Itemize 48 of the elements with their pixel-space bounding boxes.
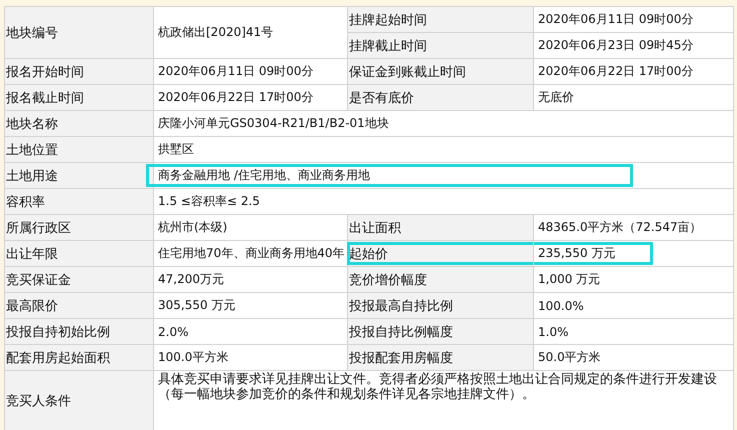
- field-label: 容积率: [6, 194, 45, 210]
- field-value: 1.5 ≤容积率≤ 2.5: [158, 193, 260, 210]
- field-label: 配套用房起始面积: [6, 350, 110, 366]
- field-value: 2.0%: [158, 324, 188, 338]
- field-value: 100.0%: [538, 298, 584, 312]
- field-value: 50.0平方米: [538, 349, 601, 366]
- field-label: 投报自持比例幅度: [349, 324, 453, 340]
- field-value: 杭州市(本级): [158, 219, 228, 236]
- field-value: 2020年06月22日 17时00分: [538, 63, 694, 80]
- field-value: 2020年06月22日 17时00分: [158, 89, 314, 106]
- field-value: 无底价: [538, 89, 574, 106]
- field-label: 地块名称: [6, 116, 58, 132]
- field-label: 竞价增价幅度: [349, 272, 427, 288]
- field-value: 庆隆小河单元GS0304-R21/B1/B2-01地块: [158, 115, 389, 132]
- field-value: 48365.0平方米（72.547亩）: [538, 219, 702, 236]
- field-value: 1,000 万元: [538, 271, 600, 288]
- field-value: 100.0平方米: [158, 349, 228, 366]
- field-value: 2020年06月23日 09时45分: [538, 37, 694, 54]
- field-value: 235,550 万元: [538, 245, 616, 262]
- field-label: 报名开始时间: [6, 64, 84, 80]
- field-label: 土地位置: [6, 142, 58, 158]
- field-label: 出让年限: [6, 246, 58, 262]
- field-value: 47,200万元: [158, 271, 224, 288]
- field-label: 挂牌起始时间: [349, 12, 427, 28]
- field-label: 地块编号: [6, 24, 58, 42]
- field-label: 竞买保证金: [6, 272, 71, 288]
- field-label: 出让面积: [349, 220, 401, 236]
- field-label: 挂牌截止时间: [349, 38, 427, 54]
- field-label: 是否有底价: [349, 90, 414, 106]
- field-label: 所属行政区: [6, 220, 71, 236]
- field-label: 竞买人条件: [6, 392, 71, 410]
- field-value: 杭政储出[2020]41号: [158, 24, 274, 41]
- field-label: 土地用途: [6, 168, 58, 184]
- field-value: 2020年06月11日 09时00分: [538, 11, 694, 28]
- field-value: 1.0%: [538, 324, 568, 338]
- field-value: 拱墅区: [158, 141, 194, 158]
- field-note: 具体竞买申请要求详见挂牌出让文件。竞得者必须严格按照土地出让合同规定的条件进行开发建设（每一幅地块参加竞价的条件和规划条件详见各宗地挂牌文件）。: [158, 372, 718, 402]
- field-label: 投报最高自持比例: [349, 298, 453, 314]
- field-value: 305,550 万元: [158, 297, 236, 314]
- field-label: 报名截止时间: [6, 90, 84, 106]
- field-label: 投报自持初始比例: [6, 324, 110, 340]
- field-label: 最高限价: [6, 298, 58, 314]
- field-label: 投报配套用房幅度: [349, 350, 453, 366]
- field-label: 保证金到账截止时间: [349, 64, 466, 80]
- field-label: 起始价: [349, 246, 388, 262]
- field-value: 2020年06月11日 09时00分: [158, 63, 314, 80]
- field-value: 商务金融用地 /住宅用地、商业商务用地: [158, 167, 370, 184]
- field-value: 住宅用地70年、商业商务用地40年: [158, 245, 345, 262]
